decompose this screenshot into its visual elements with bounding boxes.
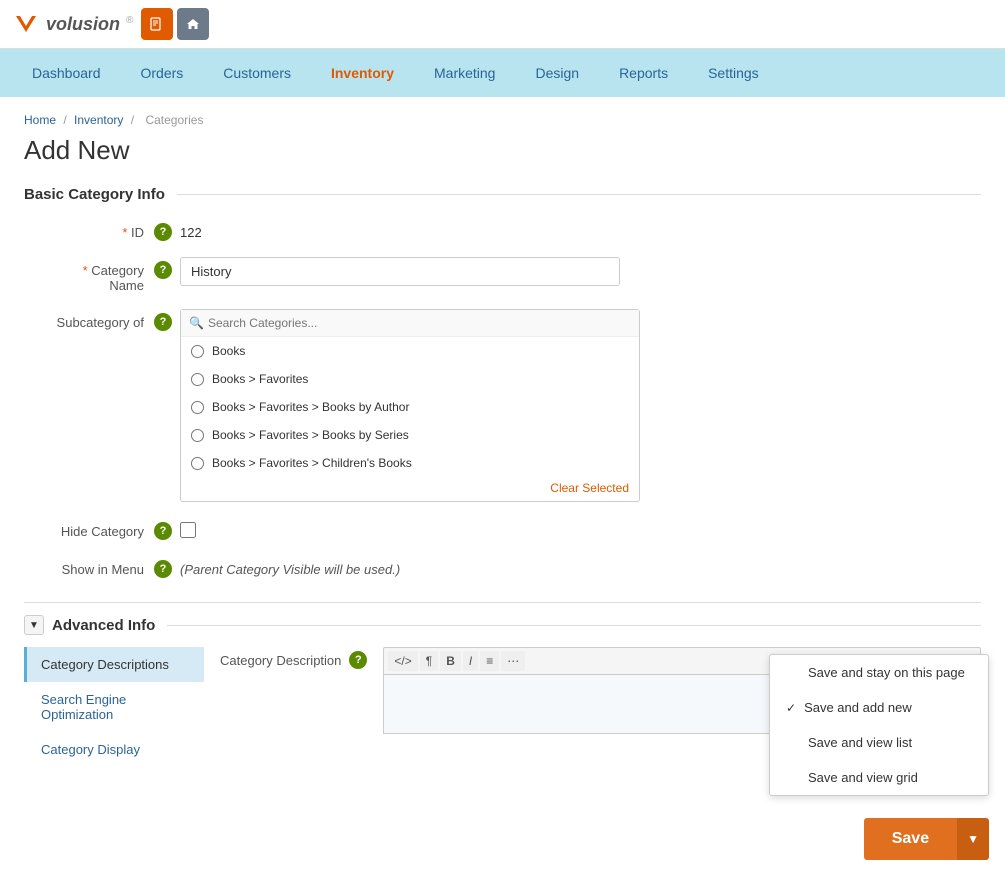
category-name-input[interactable] bbox=[180, 257, 620, 286]
hide-category-row: Hide Category ? bbox=[24, 518, 981, 540]
id-help-icon[interactable]: ? bbox=[154, 223, 172, 241]
subcategory-dropdown-container: 🔍 Books Books > Favorites Books > Favori… bbox=[180, 309, 640, 502]
logo: volusion ® bbox=[12, 10, 133, 38]
category-option-4[interactable]: Books > Favorites > Children's Books bbox=[181, 449, 639, 477]
basic-info-title: Basic Category Info bbox=[24, 186, 165, 203]
subcategory-row: Subcategory of ? 🔍 Books Books > Favorit… bbox=[24, 309, 981, 502]
advanced-section-line bbox=[167, 625, 981, 626]
nav-customers[interactable]: Customers bbox=[203, 49, 311, 97]
subcategory-help-icon[interactable]: ? bbox=[154, 313, 172, 331]
side-tabs: Category Descriptions Search Engine Opti… bbox=[24, 647, 204, 767]
save-dropdown: Save and stay on this page ✓ Save and ad… bbox=[769, 654, 989, 796]
breadcrumb-sep2: / bbox=[131, 113, 134, 127]
breadcrumb-sep1: / bbox=[63, 113, 66, 127]
basic-info-section-header: Basic Category Info bbox=[24, 186, 981, 203]
id-value: 122 bbox=[180, 219, 202, 240]
page-title: Add New bbox=[24, 135, 981, 166]
section-divider bbox=[177, 194, 981, 195]
category-radio-4[interactable] bbox=[191, 457, 204, 470]
breadcrumb-home[interactable]: Home bbox=[24, 113, 56, 127]
category-radio-1[interactable] bbox=[191, 373, 204, 386]
subcategory-label: Subcategory of bbox=[24, 309, 154, 330]
save-view-list-label: Save and view list bbox=[808, 735, 912, 750]
tab-category-display[interactable]: Category Display bbox=[24, 732, 204, 767]
category-description-help-icon[interactable]: ? bbox=[349, 651, 367, 669]
category-option-0[interactable]: Books bbox=[181, 337, 639, 365]
category-radio-3[interactable] bbox=[191, 429, 204, 442]
category-option-3[interactable]: Books > Favorites > Books by Series bbox=[181, 421, 639, 449]
show-in-menu-label: Show in Menu bbox=[24, 556, 154, 577]
nav-design[interactable]: Design bbox=[515, 49, 599, 97]
clear-selected-link[interactable]: Clear Selected bbox=[181, 477, 639, 501]
hide-category-help-icon[interactable]: ? bbox=[154, 522, 172, 540]
nav-marketing[interactable]: Marketing bbox=[414, 49, 515, 97]
save-add-new-option[interactable]: ✓ Save and add new bbox=[770, 690, 988, 725]
top-bar-icons bbox=[141, 8, 209, 40]
category-radio-2[interactable] bbox=[191, 401, 204, 414]
save-add-new-label: Save and add new bbox=[804, 700, 912, 715]
subcategory-search-icon: 🔍 bbox=[189, 316, 204, 330]
editor-btn-para[interactable]: ¶ bbox=[420, 651, 438, 671]
top-bar: volusion ® bbox=[0, 0, 1005, 49]
advanced-info-title: Advanced Info bbox=[52, 617, 155, 634]
editor-btn-italic[interactable]: I bbox=[463, 651, 478, 671]
category-description-label: Category Description bbox=[220, 647, 341, 668]
home-icon-btn[interactable] bbox=[177, 8, 209, 40]
nav-dashboard[interactable]: Dashboard bbox=[12, 49, 121, 97]
subcategory-dropdown: 🔍 Books Books > Favorites Books > Favori… bbox=[180, 309, 640, 502]
editor-btn-code[interactable]: </> bbox=[388, 651, 417, 671]
category-name-help-icon[interactable]: ? bbox=[154, 261, 172, 279]
save-view-grid-option[interactable]: Save and view grid bbox=[770, 760, 988, 795]
breadcrumb-categories: Categories bbox=[145, 113, 203, 127]
editor-btn-align[interactable]: ≡ bbox=[480, 651, 499, 671]
breadcrumb-inventory[interactable]: Inventory bbox=[74, 113, 123, 127]
hide-category-label: Hide Category bbox=[24, 518, 154, 539]
category-name-row: * CategoryName ? bbox=[24, 257, 981, 293]
category-option-label-4: Books > Favorites > Children's Books bbox=[212, 456, 412, 470]
edit-icon-btn[interactable] bbox=[141, 8, 173, 40]
editor-btn-more[interactable]: ⋯ bbox=[501, 651, 525, 671]
save-view-list-option[interactable]: Save and view list bbox=[770, 725, 988, 760]
category-option-label-2: Books > Favorites > Books by Author bbox=[212, 400, 409, 414]
show-in-menu-row: Show in Menu ? (Parent Category Visible … bbox=[24, 556, 981, 578]
save-stay-label: Save and stay on this page bbox=[808, 665, 965, 680]
id-row: * ID ? 122 bbox=[24, 219, 981, 241]
save-button-wrap: Save ▼ bbox=[864, 818, 989, 860]
category-option-2[interactable]: Books > Favorites > Books by Author bbox=[181, 393, 639, 421]
subcategory-search-wrap: 🔍 bbox=[181, 310, 639, 337]
nav-orders[interactable]: Orders bbox=[121, 49, 204, 97]
breadcrumb: Home / Inventory / Categories bbox=[24, 113, 981, 127]
save-stay-option[interactable]: Save and stay on this page bbox=[770, 655, 988, 690]
save-view-grid-label: Save and view grid bbox=[808, 770, 918, 785]
category-option-label-0: Books bbox=[212, 344, 245, 358]
subcategory-search-input[interactable] bbox=[208, 316, 631, 330]
category-option-1[interactable]: Books > Favorites bbox=[181, 365, 639, 393]
nav-inventory[interactable]: Inventory bbox=[311, 49, 414, 97]
id-label: * ID bbox=[24, 219, 154, 240]
category-option-label-1: Books > Favorites bbox=[212, 372, 308, 386]
show-in-menu-help-icon[interactable]: ? bbox=[154, 560, 172, 578]
logo-text: volusion bbox=[46, 14, 120, 35]
category-name-label: * CategoryName bbox=[24, 257, 154, 293]
logo-trademark: ® bbox=[126, 15, 133, 26]
nav-bar: Dashboard Orders Customers Inventory Mar… bbox=[0, 49, 1005, 97]
tab-seo[interactable]: Search Engine Optimization bbox=[24, 682, 204, 732]
collapse-button[interactable]: ▼ bbox=[24, 615, 44, 635]
advanced-header: ▼ Advanced Info bbox=[24, 615, 981, 635]
save-add-new-check: ✓ bbox=[786, 701, 796, 715]
show-in-menu-info: (Parent Category Visible will be used.) bbox=[180, 556, 400, 577]
logo-icon bbox=[12, 10, 40, 38]
save-dropdown-toggle[interactable]: ▼ bbox=[957, 818, 989, 860]
category-option-label-3: Books > Favorites > Books by Series bbox=[212, 428, 409, 442]
nav-settings[interactable]: Settings bbox=[688, 49, 779, 97]
save-main-button[interactable]: Save bbox=[864, 818, 957, 860]
tab-category-descriptions[interactable]: Category Descriptions bbox=[24, 647, 204, 682]
category-radio-0[interactable] bbox=[191, 345, 204, 358]
editor-btn-bold[interactable]: B bbox=[440, 651, 461, 671]
hide-category-checkbox[interactable] bbox=[180, 522, 196, 538]
category-name-field-wrap bbox=[180, 257, 620, 286]
nav-reports[interactable]: Reports bbox=[599, 49, 688, 97]
